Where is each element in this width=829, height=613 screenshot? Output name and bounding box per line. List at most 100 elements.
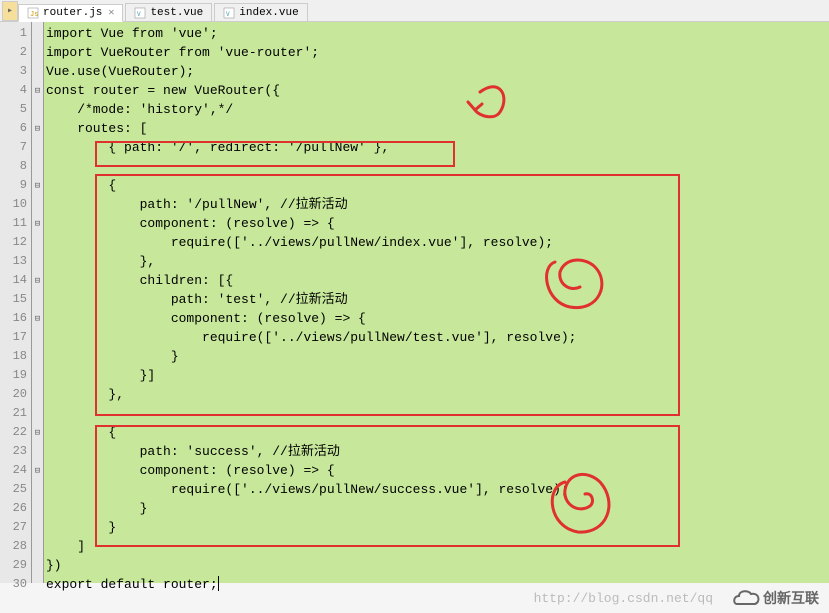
line-number: 3 [0, 62, 27, 81]
code-line[interactable]: path: '/pullNew', //拉新活动 [46, 195, 829, 214]
line-number: 25 [0, 480, 27, 499]
svg-text:V: V [226, 11, 230, 18]
code-line[interactable]: require(['../views/pullNew/index.vue'], … [46, 233, 829, 252]
fold-marker[interactable]: ⊟ [32, 309, 43, 328]
code-line[interactable]: } [46, 347, 829, 366]
code-line[interactable]: }, [46, 252, 829, 271]
code-line[interactable]: import Vue from 'vue'; [46, 24, 829, 43]
code-line[interactable]: /*mode: 'history',*/ [46, 100, 829, 119]
code-line[interactable]: { path: '/', redirect: '/pullNew' }, [46, 138, 829, 157]
code-line[interactable]: { [46, 176, 829, 195]
line-number: 24 [0, 461, 27, 480]
code-area[interactable]: import Vue from 'vue';import VueRouter f… [44, 22, 829, 583]
line-number: 30 [0, 575, 27, 594]
fold-marker[interactable]: ⊟ [32, 81, 43, 100]
fold-marker [32, 499, 43, 518]
line-number: 19 [0, 366, 27, 385]
tab-router-js[interactable]: Js router.js ✕ [18, 4, 123, 22]
fold-marker [32, 556, 43, 575]
line-number: 23 [0, 442, 27, 461]
logo-text: 创新互联 [763, 588, 819, 608]
tab-test-vue[interactable]: V test.vue [125, 3, 212, 21]
tab-label: index.vue [239, 7, 298, 19]
logo-icon [733, 586, 763, 610]
line-number: 1 [0, 24, 27, 43]
line-number: 9 [0, 176, 27, 195]
code-line[interactable]: require(['../views/pullNew/test.vue'], r… [46, 328, 829, 347]
fold-marker[interactable]: ⊟ [32, 119, 43, 138]
fold-marker[interactable]: ⊟ [32, 461, 43, 480]
code-line[interactable]: component: (resolve) => { [46, 309, 829, 328]
close-icon[interactable]: ✕ [108, 7, 114, 19]
fold-column: ⊟ ⊟ ⊟ ⊟ ⊟ ⊟ ⊟ ⊟ [32, 22, 44, 583]
fold-marker [32, 328, 43, 347]
line-number-gutter: 1234567891011121314151617181920212223242… [0, 22, 32, 583]
code-editor[interactable]: 1234567891011121314151617181920212223242… [0, 22, 829, 583]
fold-marker [32, 290, 43, 309]
line-number: 15 [0, 290, 27, 309]
fold-marker[interactable]: ⊟ [32, 423, 43, 442]
line-number: 20 [0, 385, 27, 404]
fold-marker [32, 537, 43, 556]
fold-marker[interactable]: ⊟ [32, 214, 43, 233]
line-number: 27 [0, 518, 27, 537]
code-line[interactable]: ] [46, 537, 829, 556]
code-line[interactable]: path: 'success', //拉新活动 [46, 442, 829, 461]
fold-marker [32, 442, 43, 461]
fold-marker[interactable]: ⊟ [32, 271, 43, 290]
fold-marker [32, 157, 43, 176]
code-line[interactable]: }) [46, 556, 829, 575]
fold-marker [32, 195, 43, 214]
line-number: 11 [0, 214, 27, 233]
code-line[interactable]: const router = new VueRouter({ [46, 81, 829, 100]
fold-marker [32, 480, 43, 499]
line-number: 22 [0, 423, 27, 442]
line-number: 13 [0, 252, 27, 271]
line-number: 16 [0, 309, 27, 328]
footer-bar: http://blog.csdn.net/qq 创新互联 [534, 583, 829, 613]
text-cursor [218, 576, 219, 591]
code-line[interactable] [46, 404, 829, 423]
code-line[interactable] [46, 157, 829, 176]
line-number: 17 [0, 328, 27, 347]
fold-marker [32, 347, 43, 366]
line-number: 21 [0, 404, 27, 423]
fold-marker [32, 24, 43, 43]
line-number: 18 [0, 347, 27, 366]
vue-file-icon: V [134, 7, 146, 19]
fold-marker [32, 138, 43, 157]
fold-marker [32, 100, 43, 119]
line-number: 2 [0, 43, 27, 62]
code-line[interactable]: } [46, 499, 829, 518]
tab-bar: ▸ Js router.js ✕ V test.vue V index.vue [0, 0, 829, 22]
watermark-text: http://blog.csdn.net/qq [534, 591, 713, 606]
tab-scroll-left[interactable]: ▸ [2, 1, 18, 21]
line-number: 26 [0, 499, 27, 518]
code-line[interactable]: import VueRouter from 'vue-router'; [46, 43, 829, 62]
code-line[interactable]: component: (resolve) => { [46, 214, 829, 233]
tab-index-vue[interactable]: V index.vue [214, 3, 307, 21]
fold-marker [32, 366, 43, 385]
line-number: 6 [0, 119, 27, 138]
vue-file-icon: V [223, 7, 235, 19]
line-number: 28 [0, 537, 27, 556]
fold-marker [32, 43, 43, 62]
code-line[interactable]: require(['../views/pullNew/success.vue']… [46, 480, 829, 499]
code-line[interactable]: children: [{ [46, 271, 829, 290]
code-line[interactable]: routes: [ [46, 119, 829, 138]
line-number: 10 [0, 195, 27, 214]
code-line[interactable]: }, [46, 385, 829, 404]
code-line[interactable]: Vue.use(VueRouter); [46, 62, 829, 81]
line-number: 5 [0, 100, 27, 119]
fold-marker [32, 62, 43, 81]
fold-marker [32, 233, 43, 252]
code-line[interactable]: }] [46, 366, 829, 385]
code-line[interactable]: path: 'test', //拉新活动 [46, 290, 829, 309]
fold-marker[interactable]: ⊟ [32, 176, 43, 195]
code-line[interactable]: } [46, 518, 829, 537]
tab-label: router.js [43, 7, 102, 19]
code-line[interactable]: component: (resolve) => { [46, 461, 829, 480]
line-number: 12 [0, 233, 27, 252]
code-line[interactable]: { [46, 423, 829, 442]
line-number: 7 [0, 138, 27, 157]
